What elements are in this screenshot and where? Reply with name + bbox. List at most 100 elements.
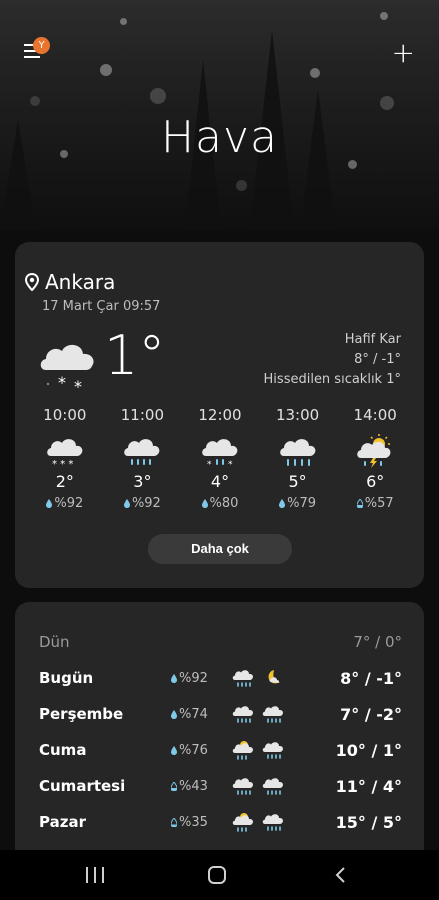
humidity-drop-icon (201, 499, 208, 508)
back-icon[interactable] (334, 866, 346, 884)
more-button[interactable]: Daha çok (148, 534, 292, 564)
sleet-icon (232, 670, 253, 687)
hour-time: 12:00 (198, 406, 242, 424)
snowflake (380, 12, 388, 20)
hour-humidity: %79 (279, 496, 316, 511)
daily-row[interactable]: Pazar %35 15° / 5° (39, 804, 402, 840)
notification-badge: Y (33, 37, 50, 54)
humidity-value: %74 (179, 706, 208, 722)
humidity-drop-icon (171, 709, 177, 719)
sleet-icon (232, 706, 253, 723)
plus-icon[interactable]: + (392, 39, 415, 67)
daily-row[interactable]: Cumartesi %43 11° / 4° (39, 768, 402, 804)
daily-row[interactable]: Perşembe %74 7° / -2° (39, 696, 402, 732)
humidity-value: %92 (54, 496, 84, 511)
svg-text:*: * (58, 373, 66, 392)
snowflake (236, 180, 247, 191)
day-humidity: %43 (171, 779, 231, 794)
daily-forecast-list: Dün 7° / 0° Bugün %92 8° / -1° Perşembe … (39, 624, 402, 840)
day-temps: 7° / -2° (340, 704, 402, 724)
humidity-value: %79 (287, 496, 317, 511)
hourly-item: 13:00 5° %79 (259, 406, 337, 511)
hour-temp: 2° (55, 472, 74, 491)
hourly-forecast: 10:00 * * * 2° %92 11:00 3° %92 12:00 * … (26, 406, 414, 511)
daily-row[interactable]: Dün 7° / 0° (39, 624, 402, 660)
daily-row[interactable]: Bugün %92 8° / -1° (39, 660, 402, 696)
humidity-drop-icon (356, 499, 363, 508)
hourly-item: 10:00 * * * 2° %92 (26, 406, 104, 511)
sleet-icon: * * (202, 439, 238, 468)
hour-humidity: %80 (201, 496, 239, 511)
location-row: Ankara (25, 270, 115, 294)
light-snow-icon: * * (40, 344, 94, 392)
hour-humidity: %92 (123, 496, 161, 511)
sleet-icon (232, 778, 253, 795)
snowflake (120, 18, 127, 25)
humidity-drop-icon (279, 499, 286, 508)
humidity-drop-icon (171, 781, 177, 791)
system-navbar (0, 850, 439, 900)
daily-row[interactable]: Cuma %76 10° / 1° (39, 732, 402, 768)
humidity-value: %92 (179, 670, 208, 686)
humidity-value: %80 (209, 496, 239, 511)
hour-temp: 3° (133, 472, 152, 491)
rain-icon (279, 439, 315, 466)
hourly-item: 14:00 6° %57 (336, 406, 414, 511)
day-icons (231, 667, 301, 689)
snowflake (380, 96, 394, 110)
humidity-drop-icon (171, 817, 177, 827)
day-icons (231, 811, 301, 833)
high-low-temp: 8° / -1° (354, 352, 401, 367)
hour-humidity: %57 (356, 496, 394, 511)
hour-temp: 4° (210, 472, 230, 491)
hour-temp: 6° (366, 472, 385, 491)
moon-icon (268, 670, 280, 684)
humidity-value: %43 (179, 778, 208, 794)
thunderstorm-sun-icon (357, 434, 391, 468)
day-temps: 7° / 0° (353, 633, 402, 651)
humidity-drop-icon (46, 499, 53, 508)
day-icons (231, 739, 301, 761)
sleet-icon (262, 814, 283, 831)
home-icon[interactable] (208, 866, 226, 884)
sleet-icon (124, 439, 160, 465)
current-temperature: 1° (104, 324, 166, 387)
hour-time: 10:00 (43, 406, 87, 424)
feels-like: Hissedilen sıcaklık 1° (263, 372, 401, 387)
sleet-icon (262, 706, 283, 723)
humidity-drop-icon (171, 673, 177, 683)
day-name: Cumartesi (39, 777, 126, 795)
recent-apps-icon[interactable] (86, 867, 104, 883)
sun-rain-icon (232, 813, 253, 832)
svg-text:*: * (207, 460, 212, 468)
hourly-item: 12:00 * * 4° %80 (181, 406, 259, 511)
snow-icon: * * * (47, 439, 83, 468)
hour-time: 14:00 (353, 406, 397, 424)
snowflake (100, 64, 112, 76)
hourly-item: 11:00 3° %92 (104, 406, 182, 511)
day-name: Perşembe (39, 705, 124, 723)
humidity-value: %35 (179, 814, 208, 830)
hour-humidity: %92 (46, 496, 83, 511)
hour-time: 11:00 (120, 406, 164, 424)
day-humidity: %74 (171, 707, 231, 722)
sun-rain-icon (232, 741, 253, 760)
day-temps: 11° / 4° (335, 776, 402, 796)
sleet-icon (262, 742, 283, 759)
day-name: Cuma (39, 741, 87, 759)
day-icons (231, 775, 301, 797)
day-name: Bugün (39, 669, 94, 687)
day-temps: 10° / 1° (335, 740, 402, 760)
condition-block: Hafif Kar 8° / -1° Hissedilen sıcaklık 1… (264, 330, 401, 390)
sleet-icon (262, 778, 283, 795)
humidity-drop-icon (123, 499, 130, 508)
location-pin-icon (25, 273, 39, 291)
humidity-value: %57 (364, 496, 394, 511)
day-name: Dün (39, 633, 70, 651)
humidity-value: %92 (131, 496, 161, 511)
snowflake (150, 88, 166, 104)
snowflake (310, 68, 320, 78)
day-humidity: %76 (171, 743, 231, 758)
hour-time: 13:00 (275, 406, 320, 424)
hour-temp: 5° (288, 472, 307, 491)
